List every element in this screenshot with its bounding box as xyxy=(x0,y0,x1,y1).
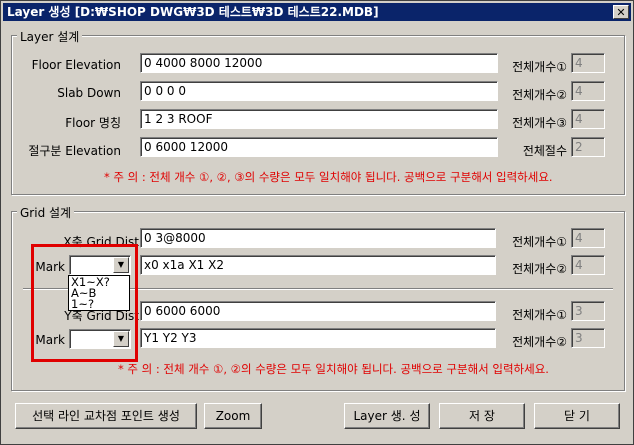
x-mark-count-label: 전체개수② xyxy=(512,262,567,276)
floor-elevation-count-label: 전체개수① xyxy=(512,60,567,74)
slab-down-label: Slab Down xyxy=(57,86,121,100)
x-grid-dist-input[interactable]: 0 3@8000 xyxy=(140,228,496,248)
title-bar: Layer 생성 [D:₩SHOP DWG₩3D 테스트₩3D 테스트22.MD… xyxy=(3,3,631,21)
x-grid-count-label: 전체개수① xyxy=(512,235,567,249)
slab-down-count-label: 전체개수② xyxy=(512,88,567,102)
floor-name-count-label: 전체개수③ xyxy=(512,116,567,130)
layer-create-button[interactable]: Layer 생. 성 xyxy=(344,403,430,429)
floor-name-input[interactable]: 1 2 3 ROOF xyxy=(140,109,498,129)
y-grid-count: 3 xyxy=(571,301,605,321)
close-button[interactable]: 닫 기 xyxy=(534,403,620,429)
floor-elevation-input[interactable]: 0 4000 8000 12000 xyxy=(140,53,498,73)
floor-elevation-count: 4 xyxy=(571,53,605,73)
y-grid-count-label: 전체개수① xyxy=(512,308,567,322)
layer-dialog: Layer 생성 [D:₩SHOP DWG₩3D 테스트₩3D 테스트22.MD… xyxy=(0,0,634,445)
window-title: Layer 생성 [D:₩SHOP DWG₩3D 테스트₩3D 테스트22.MD… xyxy=(7,5,379,19)
y-mark-count-label: 전체개수② xyxy=(512,335,567,349)
section-count-label: 전체절수 xyxy=(522,144,567,158)
x-grid-count: 4 xyxy=(571,228,605,248)
grid-note: * 주 의 : 전체 개수 ①, ②의 수량은 모두 일치해야 됩니다. 공백으… xyxy=(118,362,549,376)
create-intersection-points-button[interactable]: 선택 라인 교차점 포인트 생성 xyxy=(15,403,197,429)
highlight-box xyxy=(31,244,138,362)
floor-elevation-label: Floor Elevation xyxy=(31,58,121,72)
layer-note: * 주 의 : 전체 개수 ①, ②, ③의 수량은 모두 일치해야 됩니다. … xyxy=(104,170,553,184)
zoom-button[interactable]: Zoom xyxy=(204,403,262,429)
x-mark-count: 4 xyxy=(571,255,605,275)
layer-design-title: Layer 설계 xyxy=(17,28,83,45)
slab-down-input[interactable]: 0 0 0 0 xyxy=(140,81,498,101)
floor-name-label: Floor 명칭 xyxy=(65,116,121,130)
floor-name-count: 4 xyxy=(571,109,605,129)
y-grid-dist-input[interactable]: 0 6000 6000 xyxy=(140,301,496,321)
section-count: 2 xyxy=(571,137,605,157)
save-button[interactable]: 저 장 xyxy=(439,403,525,429)
x-mark-input[interactable]: x0 x1a X1 X2 xyxy=(140,255,496,275)
grid-design-title: Grid 설계 xyxy=(17,204,75,221)
section-elevation-input[interactable]: 0 6000 12000 xyxy=(140,137,498,157)
slab-down-count: 4 xyxy=(571,81,605,101)
close-icon[interactable]: ✕ xyxy=(613,5,629,19)
y-mark-input[interactable]: Y1 Y2 Y3 xyxy=(140,328,496,348)
y-mark-count: 3 xyxy=(571,328,605,348)
section-elevation-label: 절구분 Elevation xyxy=(28,144,121,158)
